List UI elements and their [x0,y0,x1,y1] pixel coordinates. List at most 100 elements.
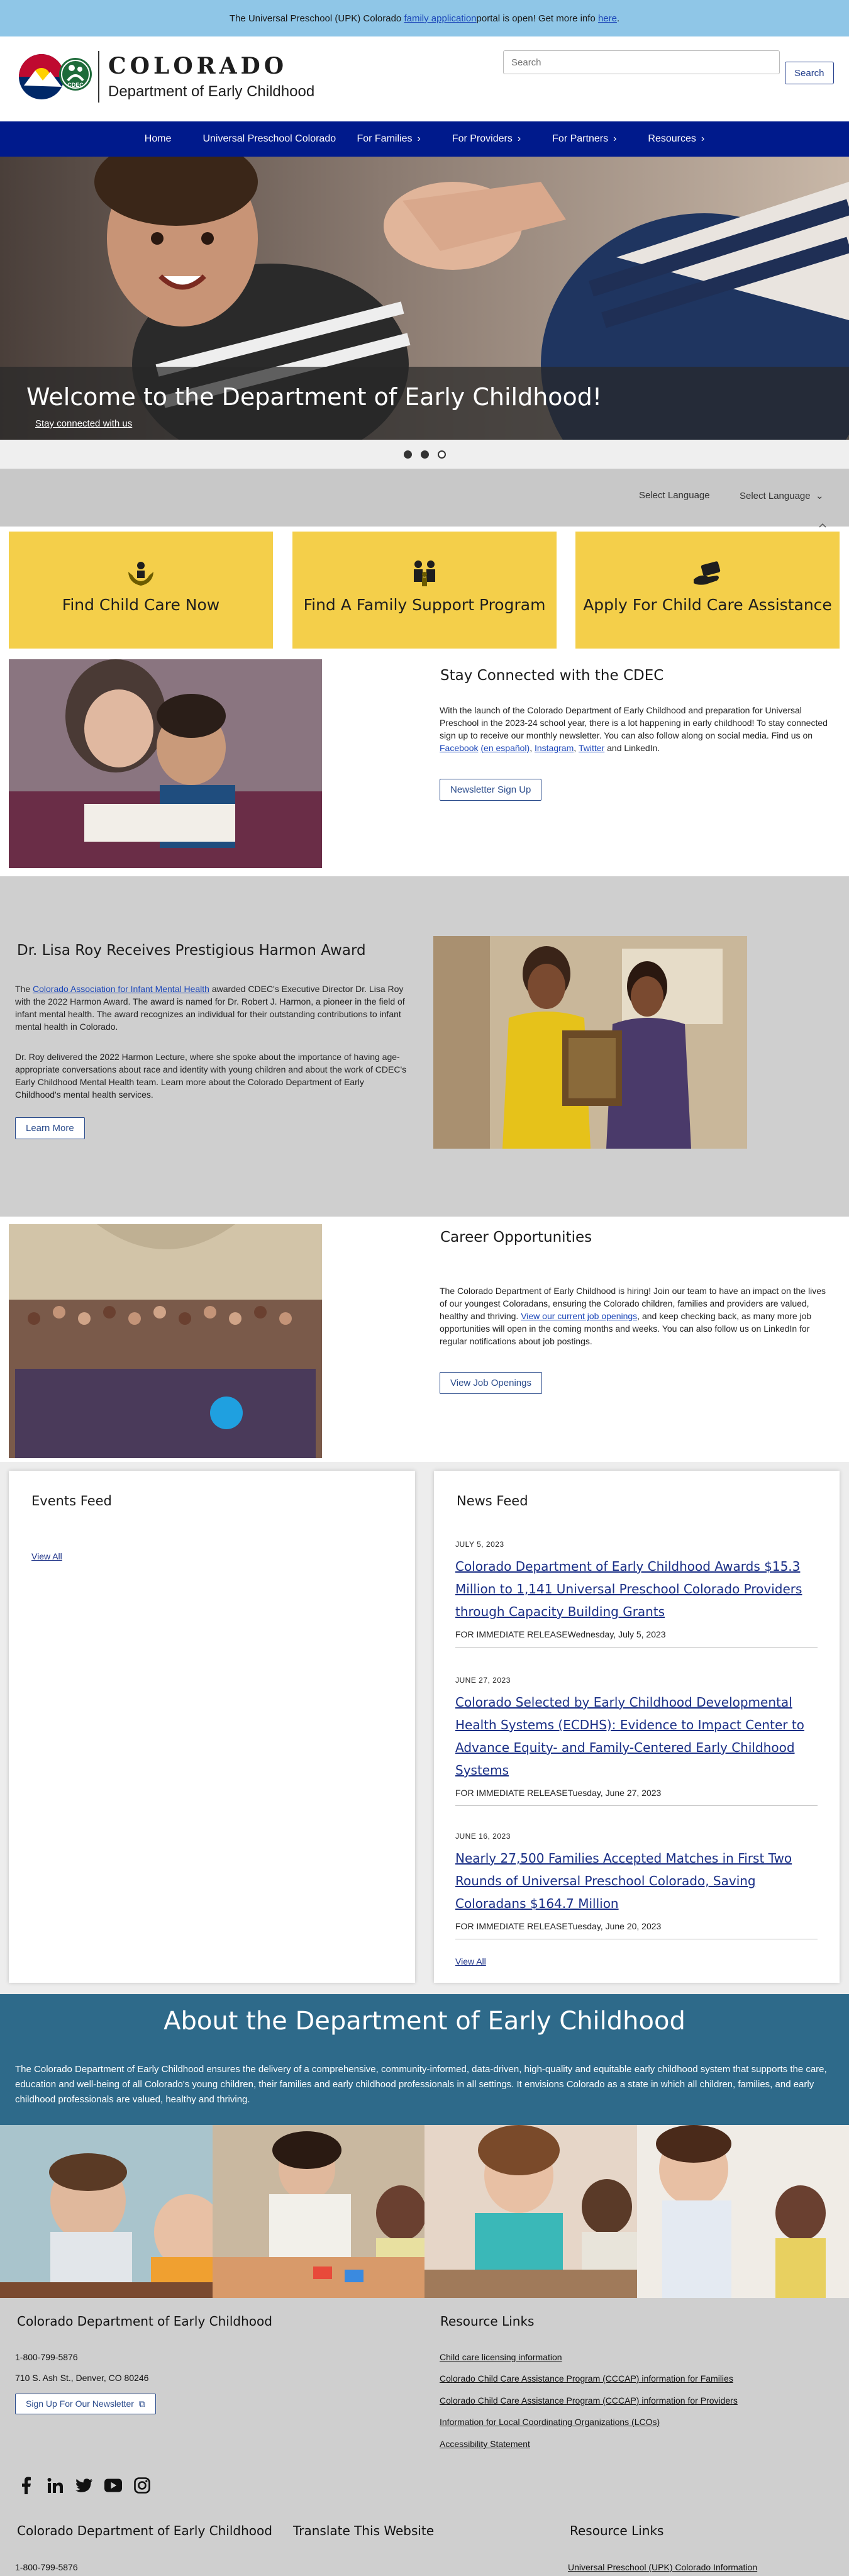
stay-body-end: and LinkedIn. [604,743,660,753]
footer-bottom-resources-heading: Resource Links [570,2523,664,2538]
news-meta: FOR IMMEDIATE RELEASETuesday, June 20, 2… [455,1921,662,1931]
hands-child-icon [128,562,153,586]
about-body: The Colorado Department of Early Childho… [15,2064,827,2105]
resource-link[interactable]: Child care licensing information [440,2352,562,2362]
strip-photo-4 [636,2125,849,2298]
nav-item-universal-preschool[interactable]: Universal Preschool Colorado [187,133,341,145]
caimh-link[interactable]: Colorado Association for Infant Mental H… [33,984,209,994]
hero-carousel: Welcome to the Department of Early Child… [0,157,849,440]
alert-family-application-link[interactable]: family application [404,13,476,24]
hero-stay-connected-link[interactable]: Stay connected with us [35,418,132,429]
nav-label: Home [144,133,172,144]
social-links [18,2477,151,2494]
youtube-icon[interactable] [104,2477,122,2494]
section-spacer [0,1156,849,1217]
nav-label: Resources [648,133,696,144]
award-paragraph-1: The Colorado Association for Infant Ment… [15,983,411,1033]
resource-link[interactable]: Colorado Child Care Assistance Program (… [440,2395,738,2406]
alert-here-link[interactable]: here [598,13,617,24]
footer-bottom-org-heading: Colorado Department of Early Childhood [17,2523,272,2538]
events-view-all-link[interactable]: View All [31,1550,62,1563]
footer-phone: 1-800-799-5876 [15,2352,78,2362]
resource-link[interactable]: Colorado Child Care Assistance Program (… [440,2373,733,2384]
nav-item-for-partners[interactable]: For Partners › [536,133,632,145]
award-photo [433,936,747,1149]
stay-connected-section: Stay Connected with the CDEC With the la… [0,650,849,876]
nav-item-home[interactable]: Home [129,133,187,145]
strip-photo-2-image [212,2125,425,2298]
brand-name: COLORADO [108,53,288,79]
about-heading: About the Department of Early Childhood [164,2007,685,2036]
news-item: JULY 5, 2023 Colorado Department of Earl… [455,1540,818,1648]
news-title-link[interactable]: Nearly 27,500 Families Accepted Matches … [455,1847,818,1915]
facebook-icon[interactable] [18,2477,35,2494]
strip-photo-2 [212,2125,425,2298]
feeds-section: Events Feed View All News Feed JULY 5, 2… [0,1462,849,1994]
stay-body-text: With the launch of the Colorado Departme… [440,705,828,740]
linkedin-icon[interactable] [47,2477,64,2494]
card-find-child-care[interactable]: Find Child Care Now [9,532,273,649]
instagram-icon[interactable] [133,2477,151,2494]
card-title: Find Child Care Now [62,596,220,614]
search-input[interactable] [503,50,780,74]
carousel-dots [0,440,849,469]
events-heading: Events Feed [31,1493,112,1508]
chevron-right-icon: › [417,133,421,144]
nav-item-for-families[interactable]: For Families › [341,133,436,145]
news-view-all-link[interactable]: View All [455,1955,486,1968]
stay-connected-heading: Stay Connected with the CDEC [440,667,664,684]
news-divider [455,1805,818,1806]
award-heading: Dr. Lisa Roy Receives Prestigious Harmon… [17,942,366,959]
card-title: Find A Family Support Program [303,596,546,614]
nav-item-resources[interactable]: Resources › [632,133,720,145]
search-button[interactable]: Search [785,62,834,84]
twitter-link[interactable]: Twitter [579,743,604,753]
language-label: Select Language [639,490,710,501]
news-title-link[interactable]: Colorado Selected by Early Childhood Dev… [455,1691,818,1781]
footer-resources-heading: Resource Links [440,2314,535,2329]
chevron-up-icon[interactable] [819,522,826,528]
site-footer: Colorado Department of Early Childhood 1… [0,2298,849,2576]
money-hand-icon [694,561,721,585]
twitter-icon[interactable] [75,2477,93,2494]
footer-newsletter-label: Sign Up For Our Newsletter [26,2399,134,2409]
nav-label: For Partners [552,133,609,144]
card-apply-assistance[interactable]: Apply For Child Care Assistance [575,532,840,649]
strip-photo-1-image [0,2125,213,2298]
footer-translate-heading: Translate This Website [293,2523,435,2538]
family-icon [414,560,435,586]
resource-link[interactable]: Information for Local Coordinating Organ… [440,2417,660,2427]
upk-information-link[interactable]: Universal Preschool (UPK) Colorado Infor… [568,2562,757,2572]
carousel-dot-3[interactable] [437,450,446,459]
learn-more-button[interactable]: Learn More [15,1117,85,1139]
strip-photo-4-image [636,2125,849,2298]
facebook-espanol-link[interactable]: (en español) [480,743,530,753]
carousel-dot-1[interactable] [403,450,412,459]
facebook-link[interactable]: Facebook [440,743,478,753]
colorado-c-logo-icon: CDEC [19,54,92,99]
news-item: JUNE 27, 2023 Colorado Selected by Early… [455,1676,818,1806]
chevron-right-icon: › [517,133,521,144]
resource-link[interactable]: Accessibility Statement [440,2439,530,2449]
language-bar: Select Language Select Language ⌄ [0,469,849,527]
job-openings-link[interactable]: View our current job openings [521,1311,637,1321]
nav-item-for-providers[interactable]: For Providers › [436,133,536,145]
strip-photo-3 [425,2125,637,2298]
card-family-support[interactable]: Find A Family Support Program [292,532,557,649]
view-job-openings-button[interactable]: View Job Openings [440,1372,542,1394]
harmon-award-section: Dr. Lisa Roy Receives Prestigious Harmon… [0,930,849,1156]
carousel-dot-2[interactable] [420,450,429,459]
card-title: Apply For Child Care Assistance [583,596,832,614]
site-logo[interactable]: CDEC COLORADO Department of Early Childh… [18,48,314,106]
about-section: About the Department of Early Childhood … [0,1994,849,2125]
chevron-right-icon: › [701,133,705,144]
language-select[interactable]: Select Language ⌄ [740,490,824,501]
main-nav: Home Universal Preschool Colorado For Fa… [0,121,849,157]
newsletter-signup-button[interactable]: Newsletter Sign Up [440,779,542,801]
instagram-link[interactable]: Instagram [535,743,574,753]
footer-newsletter-button[interactable]: Sign Up For Our Newsletter ⧉ [15,2394,156,2414]
photo-strip [0,2125,849,2298]
news-title-link[interactable]: Colorado Department of Early Childhood A… [455,1555,818,1623]
stay-connected-photo [9,659,322,868]
news-date: JUNE 27, 2023 [455,1676,511,1685]
